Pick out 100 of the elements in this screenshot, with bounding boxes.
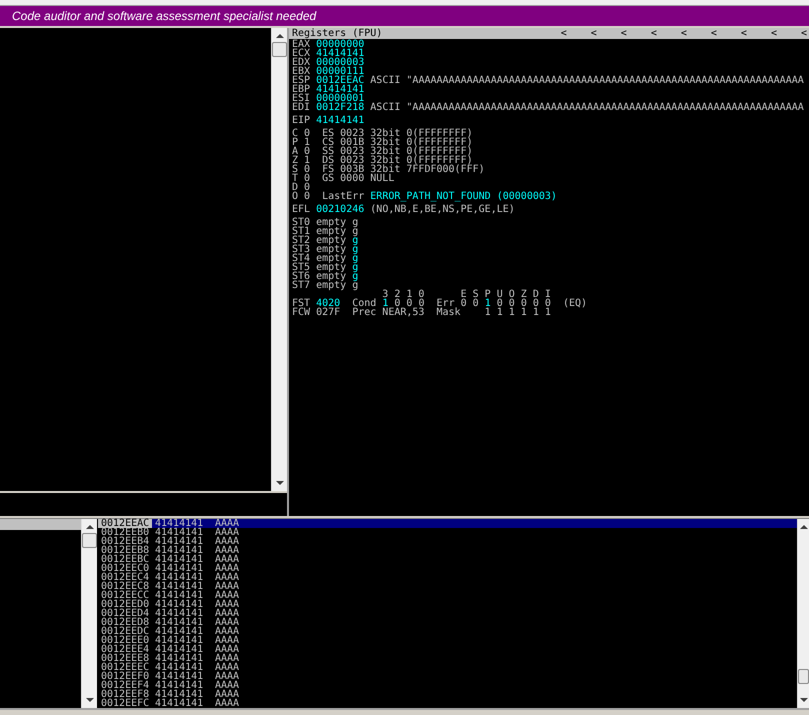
address-cell-text: 0012EEE4 <box>100 645 150 654</box>
value-cell-text: 41414141 <box>154 591 204 600</box>
value-cell-text: 41414141 <box>154 528 204 537</box>
address-cell-text: 0012EEF0 <box>100 672 150 681</box>
address-cell-text: 0012EED4 <box>100 609 150 618</box>
stack-row[interactable]: 0012EEE0 41414141 AAAA <box>98 636 797 645</box>
stack-row[interactable]: 0012EEF4 41414141 AAAA <box>98 681 797 690</box>
register-line: EBX 00000111 <box>292 67 366 76</box>
value-cell-text: 41414141 <box>154 555 204 564</box>
value-cell-text: 41414141 <box>154 582 204 591</box>
stack-row[interactable]: 0012EEDC 41414141 AAAA <box>98 627 797 636</box>
value-cell-text: 41414141 <box>154 636 204 645</box>
scrollbar-thumb[interactable] <box>272 42 287 57</box>
stack-row[interactable]: 0012EEE4 41414141 AAAA <box>98 645 797 654</box>
scrollbar[interactable] <box>797 519 809 708</box>
pane-title: Registers (FPU) <box>292 28 382 39</box>
value-cell-text: 41414141 <box>154 699 204 708</box>
column-arrow[interactable]: < <box>800 28 807 39</box>
column-arrow[interactable]: < <box>710 28 717 39</box>
scroll-up-arrow-icon[interactable] <box>276 34 284 38</box>
ascii-cell-text: AAAA <box>214 546 240 555</box>
scrollbar-thumb[interactable] <box>798 669 809 684</box>
stack-row[interactable]: 0012EEB0 41414141 AAAA <box>98 528 797 537</box>
column-arrow[interactable]: < <box>740 28 747 39</box>
address-cell-text: 0012EEC4 <box>100 573 150 582</box>
register-line: EIP 41414141 <box>292 116 366 125</box>
stack-row[interactable]: 0012EEBC 41414141 AAAA <box>98 555 797 564</box>
address-cell-text: 0012EEF4 <box>100 681 150 690</box>
ascii-cell-text: AAAA <box>214 663 240 672</box>
stack-row[interactable]: 0012EED4 41414141 AAAA <box>98 609 797 618</box>
register-line: P 1 CS 001B 32bit 0(FFFFFFFF) <box>292 138 474 147</box>
register-line: ST5 empty g <box>292 263 360 272</box>
ascii-cell-text: AAAA <box>214 654 240 663</box>
stack-row[interactable]: 0012EEF8 41414141 AAAA <box>98 690 797 699</box>
column-arrow[interactable]: < <box>770 28 777 39</box>
column-arrow[interactable]: < <box>650 28 657 39</box>
ascii-cell-text: AAAA <box>214 564 240 573</box>
ascii-cell-text: AAAA <box>214 681 240 690</box>
value-cell-text: 41414141 <box>154 600 204 609</box>
register-line: D 0 <box>292 183 312 192</box>
register-line: ST6 empty g <box>292 272 360 281</box>
stack-row[interactable]: 0012EEAC 41414141 AAAA <box>98 519 797 528</box>
register-line: EFL 00210246 (NO,NB,E,BE,NS,PE,GE,LE) <box>292 205 516 214</box>
ascii-cell-text: AAAA <box>214 690 240 699</box>
ascii-cell-text: AAAA <box>214 609 240 618</box>
column-arrow[interactable]: < <box>590 28 597 39</box>
register-line: ESP 0012EEAC ASCII "AAAAAAAAAAAAAAAAAAAAAAAAAAAAAAAAAAAAAAAAAAAAAAAAAAAAAAAAAAAAAAAAA <box>292 76 805 85</box>
value-cell-text: 41414141 <box>154 690 204 699</box>
register-line: EAX 00000000 <box>292 40 366 49</box>
column-arrow[interactable]: < <box>560 28 567 39</box>
scroll-up-arrow-icon[interactable] <box>86 525 94 529</box>
address-cell-text: 0012EEC0 <box>100 564 150 573</box>
ascii-cell-text: AAAA <box>214 528 240 537</box>
address-cell-text: 0012EEB8 <box>100 546 150 555</box>
scrollbar[interactable] <box>81 519 97 708</box>
register-line: C 0 ES 0023 32bit 0(FFFFFFFF) <box>292 129 474 138</box>
stack-row[interactable]: 0012EEEC 41414141 AAAA <box>98 663 797 672</box>
column-arrow[interactable]: < <box>680 28 687 39</box>
value-cell-text: 41414141 <box>154 573 204 582</box>
value-cell-text: 41414141 <box>154 618 204 627</box>
value-cell-text: 41414141 <box>154 537 204 546</box>
column-arrow[interactable]: < <box>620 28 627 39</box>
ascii-cell-text: AAAA <box>214 582 240 591</box>
scroll-up-arrow-icon[interactable] <box>800 525 808 529</box>
register-line: ESI 00000001 <box>292 94 366 103</box>
address-cell-text: 0012EED0 <box>100 600 150 609</box>
register-line: A 0 SS 0023 32bit 0(FFFFFFFF) <box>292 147 474 156</box>
register-line: 3 2 1 0 E S P U O Z D I <box>381 290 552 299</box>
scrollbar[interactable] <box>271 28 287 491</box>
ascii-cell-text: AAAA <box>214 591 240 600</box>
stack-row[interactable]: 0012EECC 41414141 AAAA <box>98 591 797 600</box>
stack-row[interactable]: 0012EEB8 41414141 AAAA <box>98 546 797 555</box>
stack-row[interactable]: 0012EEB4 41414141 AAAA <box>98 537 797 546</box>
ascii-cell-text: AAAA <box>214 600 240 609</box>
address-cell-text: 0012EEB4 <box>100 537 150 546</box>
stack-row[interactable]: 0012EED0 41414141 AAAA <box>98 600 797 609</box>
value-cell-text: 41414141 <box>154 645 204 654</box>
value-cell-text: 41414141 <box>154 519 204 528</box>
register-line: O 0 LastErr ERROR_PATH_NOT_FOUND (00000003) <box>292 192 558 201</box>
register-line: EDI 0012F218 ASCII "AAAAAAAAAAAAAAAAAAAAAAAAAAAAAAAAAAAAAAAAAAAAAAAAAAAAAAAAAAAAAAAAA <box>292 103 805 112</box>
ascii-cell-text: AAAA <box>214 627 240 636</box>
address-cell-text: 0012EEB0 <box>100 528 150 537</box>
register-line: ST7 empty g <box>292 281 360 290</box>
scrollbar-thumb[interactable] <box>82 533 97 548</box>
value-cell-text: 41414141 <box>154 546 204 555</box>
stack-row[interactable]: 0012EEF0 41414141 AAAA <box>98 672 797 681</box>
value-cell-text: 41414141 <box>154 564 204 573</box>
scroll-down-arrow-icon[interactable] <box>86 698 94 702</box>
stack-row[interactable]: 0012EEC4 41414141 AAAA <box>98 573 797 582</box>
stack-row[interactable]: 0012EEC0 41414141 AAAA <box>98 564 797 573</box>
stack-row[interactable]: 0012EEC8 41414141 AAAA <box>98 582 797 591</box>
register-line: T 0 GS 0000 NULL <box>292 174 396 183</box>
scroll-down-arrow-icon[interactable] <box>276 481 284 485</box>
register-line: S 0 FS 003B 32bit 7FFDF000(FFF) <box>292 165 486 174</box>
scroll-down-arrow-icon[interactable] <box>800 698 808 702</box>
ascii-cell-text: AAAA <box>214 537 240 546</box>
stack-row[interactable]: 0012EEE8 41414141 AAAA <box>98 654 797 663</box>
value-cell-text: 41414141 <box>154 627 204 636</box>
stack-row[interactable]: 0012EEFC 41414141 AAAA <box>98 699 797 708</box>
stack-row[interactable]: 0012EED8 41414141 AAAA <box>98 618 797 627</box>
